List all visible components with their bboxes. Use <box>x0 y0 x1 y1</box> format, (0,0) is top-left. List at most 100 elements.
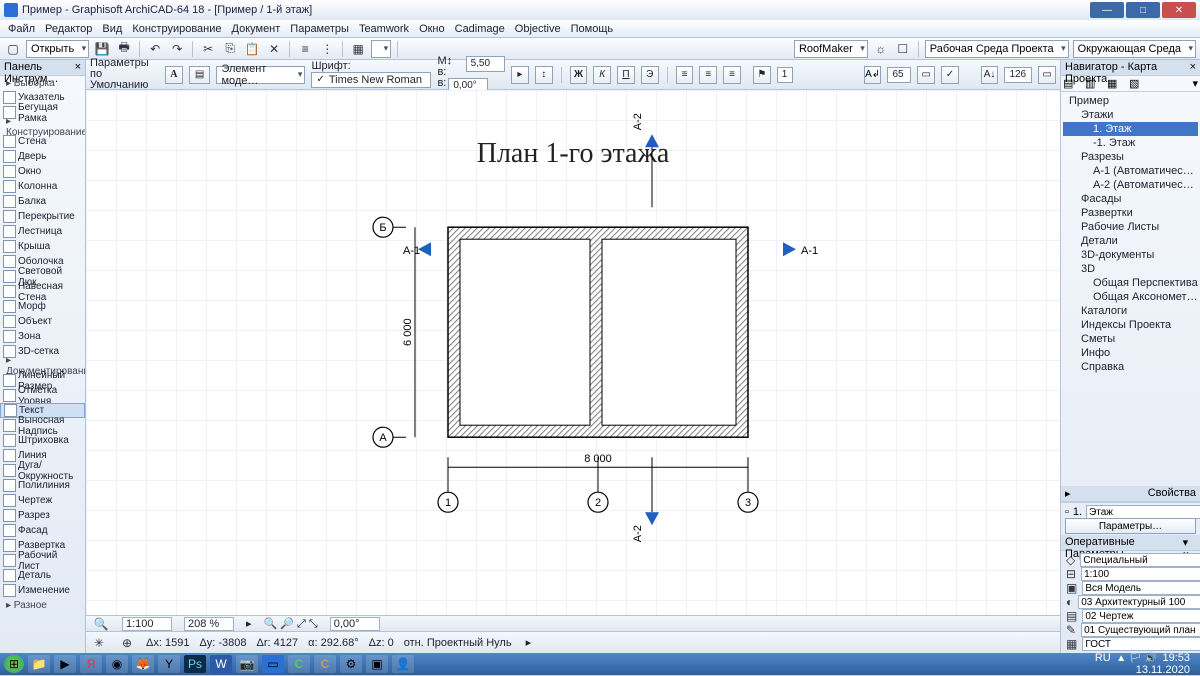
save-icon[interactable]: 💾 <box>93 40 111 58</box>
navigator-close-icon[interactable]: × <box>1190 61 1196 74</box>
tree-node[interactable]: Общая Перспектива <box>1063 276 1198 290</box>
align-icon[interactable]: ≡ <box>296 40 314 58</box>
tool-item[interactable]: Стена <box>0 134 85 149</box>
font-field[interactable]: ✓ Times New Roman <box>311 72 431 88</box>
symbol-button[interactable]: Э <box>641 66 659 84</box>
close-button[interactable]: ✕ <box>1162 2 1196 18</box>
tree-node[interactable]: Пример <box>1063 94 1198 108</box>
align-mode-icon[interactable]: ↕ <box>535 66 553 84</box>
task-c1-icon[interactable]: C <box>288 655 310 673</box>
oper-menu-icon[interactable]: ▾ × <box>1183 536 1196 549</box>
tool-item[interactable]: Разрез <box>0 508 85 523</box>
start-button[interactable]: ⊞ <box>4 655 24 673</box>
task-c2-icon[interactable]: C <box>314 655 336 673</box>
tree-node[interactable]: Общая Аксонометрия <box>1063 290 1198 304</box>
prop-name-field[interactable] <box>1086 505 1200 519</box>
tree-node[interactable]: Фасады <box>1063 192 1198 206</box>
oper-layer[interactable] <box>1080 553 1200 567</box>
task-firefox-icon[interactable]: 🦊 <box>132 655 154 673</box>
nav-tab-pub[interactable]: ▧ <box>1129 77 1149 91</box>
tree-node[interactable]: 1. Этаж <box>1063 122 1198 136</box>
flag-icon[interactable]: ⚑ <box>753 66 771 84</box>
menu-cadimage[interactable]: Cadimage <box>455 23 505 35</box>
menu-bar[interactable]: Файл Редактор Вид Конструирование Докуме… <box>0 20 1200 38</box>
frame-icon[interactable]: ▭ <box>917 66 935 84</box>
task-explorer-icon[interactable]: 📁 <box>28 655 50 673</box>
task-archicad-icon[interactable]: ▭ <box>262 655 284 673</box>
pen-icon-1[interactable]: A↲ <box>864 66 882 84</box>
oper-pen[interactable] <box>1078 595 1200 609</box>
align-center-icon[interactable]: ≡ <box>699 66 717 84</box>
origin-icon[interactable]: ⊕ <box>118 634 136 652</box>
cut-icon[interactable]: ✂ <box>199 40 217 58</box>
pen1-field[interactable]: 65 <box>887 67 911 83</box>
tree-node[interactable]: 3D-документы <box>1063 248 1198 262</box>
task-chrome-icon[interactable]: ◉ <box>106 655 128 673</box>
tool-category[interactable]: ▸ Конструирование <box>0 120 85 134</box>
windows-taskbar[interactable]: ⊞ 📁 ▶ Я ◉ 🦊 Y Ps W 📷 ▭ C C ⚙ ▣ 👤 RU ▲ 🏳 … <box>0 653 1200 675</box>
nav-menu-icon[interactable]: ▾ <box>1192 77 1198 90</box>
grid-icon[interactable]: ▦ <box>349 40 367 58</box>
menu-editor[interactable]: Редактор <box>45 23 92 35</box>
step-icon[interactable]: ▸ <box>511 66 529 84</box>
menu-view[interactable]: Вид <box>102 23 122 35</box>
layer-combo[interactable] <box>371 40 391 58</box>
drawing-canvas[interactable]: План 1-го этажа <box>86 90 1060 615</box>
bold-button[interactable]: Ж <box>570 66 588 84</box>
underline-button[interactable]: П <box>617 66 635 84</box>
oper-exist[interactable] <box>1081 623 1200 637</box>
tree-node[interactable]: А-2 (Автоматическое обно <box>1063 178 1198 192</box>
menu-document[interactable]: Документ <box>232 23 281 35</box>
misc-icon-2[interactable]: ☐ <box>894 40 912 58</box>
menu-help[interactable]: Помощь <box>571 23 614 35</box>
toolbox-close-icon[interactable]: × <box>75 61 81 74</box>
menu-teamwork[interactable]: Teamwork <box>359 23 409 35</box>
tool-category[interactable]: ▸ Разное <box>0 598 85 612</box>
task-ps-icon[interactable]: Ps <box>184 655 206 673</box>
menu-construct[interactable]: Конструирование <box>132 23 221 35</box>
tool-item[interactable]: Штриховка <box>0 433 85 448</box>
pen2-field[interactable]: 126 <box>1004 67 1032 83</box>
tool-item[interactable]: Перекрытие <box>0 209 85 224</box>
tool-item[interactable]: Фасад <box>0 523 85 538</box>
oper-scale[interactable] <box>1081 567 1200 581</box>
tool-item[interactable]: Дверь <box>0 149 85 164</box>
menu-objective[interactable]: Objective <box>515 23 561 35</box>
text-tool-icon[interactable]: A <box>165 66 183 84</box>
tool-item[interactable]: Балка <box>0 194 85 209</box>
tree-node[interactable]: Разрезы <box>1063 150 1198 164</box>
undo-icon[interactable]: ↶ <box>146 40 164 58</box>
tree-node[interactable]: Инфо <box>1063 346 1198 360</box>
task-yandex-icon[interactable]: Я <box>80 655 102 673</box>
italic-button[interactable]: К <box>593 66 611 84</box>
tree-node[interactable]: Каталоги <box>1063 304 1198 318</box>
tool-item[interactable]: Деталь <box>0 568 85 583</box>
oper-model[interactable] <box>1082 581 1200 595</box>
pen-icon-2[interactable]: A↓ <box>981 66 999 84</box>
misc-icon-1[interactable]: ☼ <box>872 40 890 58</box>
surround-combo[interactable]: Окружающая Среда <box>1073 40 1196 58</box>
coord-toggle-icon[interactable]: ✳ <box>90 634 108 652</box>
nav-tab-layout[interactable]: ▦ <box>1107 77 1127 91</box>
view-angle-field[interactable]: 0,00° <box>330 617 380 631</box>
tree-node[interactable]: Рабочие Листы <box>1063 220 1198 234</box>
align-left-icon[interactable]: ≡ <box>676 66 694 84</box>
tree-node[interactable]: 3D <box>1063 262 1198 276</box>
menu-file[interactable]: Файл <box>8 23 35 35</box>
tree-node[interactable]: Индексы Проекта <box>1063 318 1198 332</box>
tree-node[interactable]: Этажи <box>1063 108 1198 122</box>
tool-item[interactable]: Зона <box>0 329 85 344</box>
tree-node[interactable]: Сметы <box>1063 332 1198 346</box>
new-icon[interactable]: ▢ <box>4 40 22 58</box>
size-field[interactable]: 5,50 <box>466 56 505 72</box>
tree-node[interactable]: -1. Этаж <box>1063 136 1198 150</box>
tool-item[interactable]: Окно <box>0 164 85 179</box>
oper-draw[interactable] <box>1082 609 1200 623</box>
layer-select[interactable]: ▤ <box>189 66 211 84</box>
tool-item[interactable]: Полилиния <box>0 478 85 493</box>
open-combo[interactable]: Открыть <box>26 40 89 58</box>
tool-item[interactable]: Крыша <box>0 239 85 254</box>
oper-std[interactable] <box>1082 637 1200 651</box>
maximize-button[interactable]: □ <box>1126 2 1160 18</box>
paste-icon[interactable]: 📋 <box>243 40 261 58</box>
